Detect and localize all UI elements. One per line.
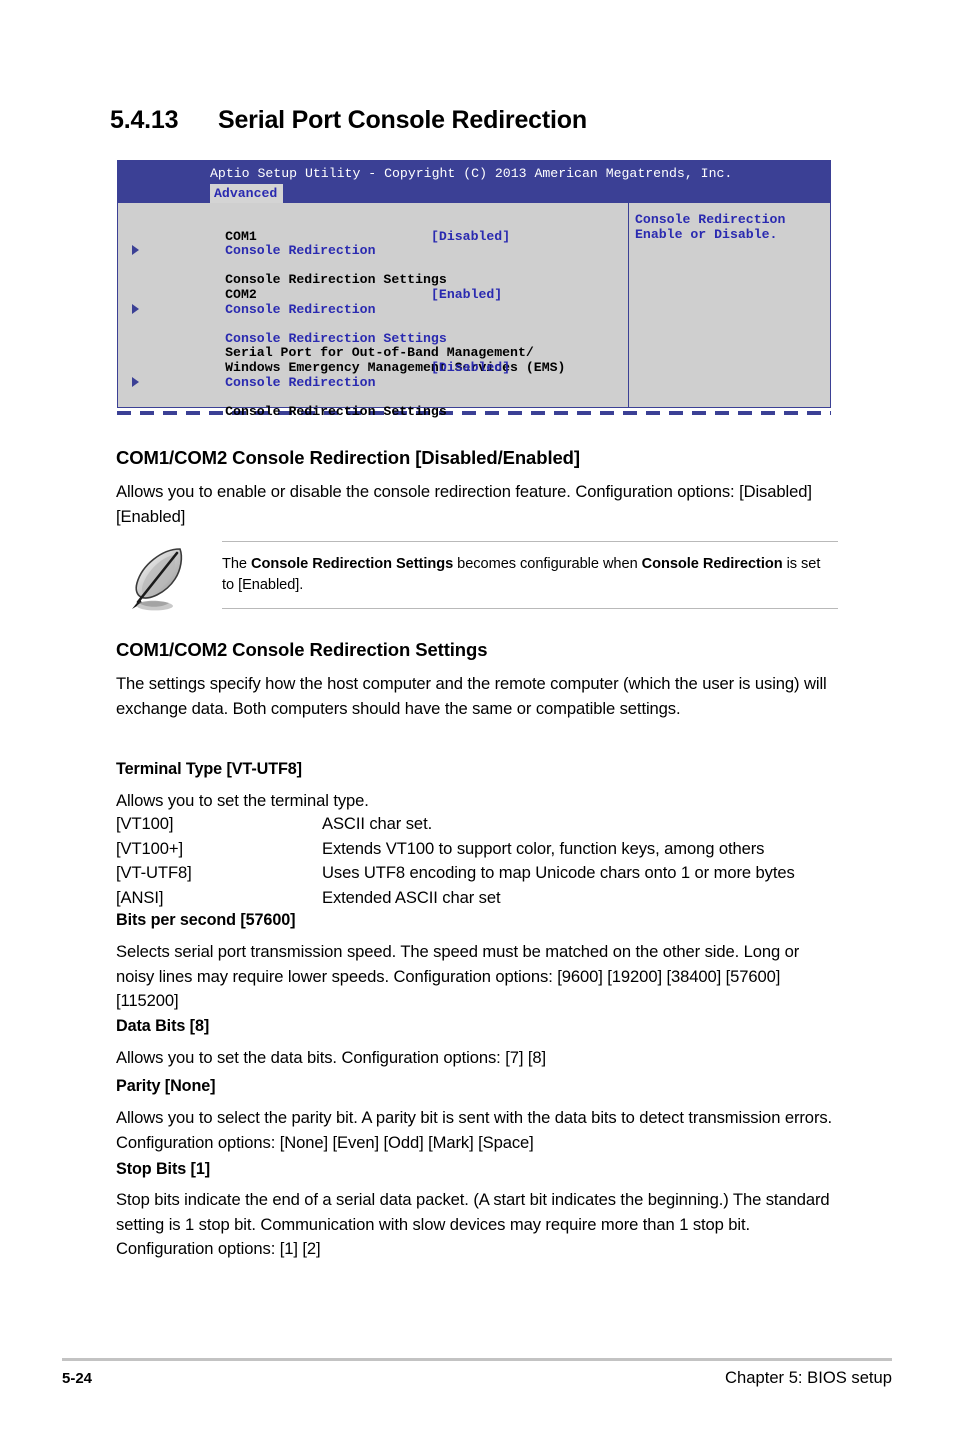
list-item: [VT-UTF8] Uses UTF8 encoding to map Unic… (116, 863, 795, 882)
heading-bits-per-second: Bits per second [57600] (116, 911, 296, 929)
bios-item-com1-console-redirection-settings[interactable]: Console Redirection Settings (118, 244, 628, 287)
bios-item-ems-console-redirection[interactable]: Console Redirection [Disabled] (118, 360, 628, 389)
chevron-right-icon (132, 376, 139, 387)
heading-terminal-type: Terminal Type [VT-UTF8] (116, 760, 302, 778)
note-text: The Console Redirection Settings becomes… (222, 556, 821, 593)
bios-item-ems-console-redirection-settings[interactable]: Console Redirection Settings (118, 376, 628, 418)
bios-group-header-line2: Windows Emergency Management Services (E… (225, 359, 566, 375)
paragraph-bits-per-second: Selects serial port transmission speed. … (116, 942, 800, 1010)
paragraph-console-redirection: Allows you to enable or disable the cons… (116, 482, 812, 526)
bios-item-com2-console-redirection[interactable]: Console Redirection [Enabled] (118, 287, 628, 316)
bios-item-com1-console-redirection[interactable]: Console Redirection [Disabled] (118, 229, 628, 258)
chevron-right-icon (132, 245, 139, 256)
heading-parity: Parity [None] (116, 1077, 216, 1095)
note-body: The Console Redirection Settings becomes… (222, 541, 838, 609)
note-box: The Console Redirection Settings becomes… (116, 541, 838, 615)
bios-group-header: COM1 (225, 228, 257, 244)
heading-com-console-redirection: COM1/COM2 Console Redirection [Disabled/… (116, 447, 580, 468)
pencil-note-icon (122, 543, 196, 615)
paragraph-data-bits: Allows you to set the data bits. Configu… (116, 1048, 546, 1067)
heading-stop-bits: Stop Bits [1] (116, 1160, 211, 1178)
page-title: 5.4.13 Serial Port Console Redirection (110, 106, 850, 135)
list-item: [ANSI] Extended ASCII char set (116, 887, 501, 907)
bios-help-pane: Console Redirection Enable or Disable. (635, 212, 786, 242)
bios-menu-pane: COM1 Console Redirection [Disabled] Cons… (118, 203, 629, 418)
bios-titlebar: Aptio Setup Utility - Copyright (C) 2013… (117, 160, 831, 203)
chevron-right-icon (132, 303, 139, 314)
paragraph-settings-description: The settings specify how the host comput… (116, 674, 827, 718)
section-title: Serial Port Console Redirection (218, 106, 587, 134)
section-number: 5.4.13 (110, 106, 179, 134)
bios-title-text: Aptio Setup Utility - Copyright (C) 2013… (210, 166, 733, 181)
bios-group-header: Serial Port for Out-of-Band Management/ (225, 345, 534, 361)
footer-chapter-label: Chapter 5: BIOS setup (725, 1368, 892, 1387)
bios-tab-advanced[interactable]: Advanced (210, 184, 284, 203)
bios-body: COM1 Console Redirection [Disabled] Cons… (117, 203, 831, 418)
list-item: [VT100+] Extends VT100 to support color,… (116, 838, 765, 858)
list-item: [VT100] ASCII char set. (116, 814, 433, 833)
paragraph-terminal-type: Allows you to set the terminal type. (116, 791, 369, 810)
paragraph-stop-bits: Stop bits indicate the end of a serial d… (116, 1190, 830, 1258)
bios-group-header: COM2 (225, 286, 257, 302)
bios-item-com2-console-redirection-settings[interactable]: Console Redirection Settings (118, 303, 628, 345)
bios-screenshot-figure: Aptio Setup Utility - Copyright (C) 2013… (117, 160, 831, 418)
heading-console-redirection-settings: COM1/COM2 Console Redirection Settings (116, 639, 488, 660)
paragraph-parity: Allows you to select the parity bit. A p… (116, 1108, 833, 1152)
footer-divider (62, 1358, 892, 1361)
heading-data-bits: Data Bits [8] (116, 1017, 210, 1035)
document-page: 5.4.13 Serial Port Console Redirection A… (0, 0, 954, 1438)
page-number: 5-24 (62, 1370, 93, 1387)
terminal-type-options-list: [VT100] ASCII char set. [VT100+] Extends… (116, 812, 856, 910)
